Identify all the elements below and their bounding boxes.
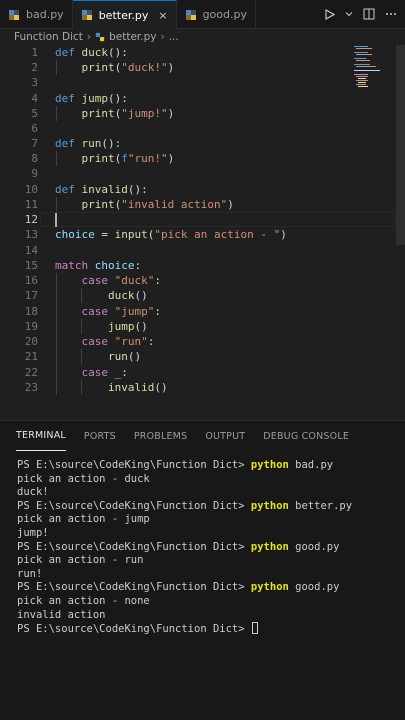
code-line: 18 case "jump": xyxy=(0,304,395,319)
tab-terminal[interactable]: TERMINAL xyxy=(16,421,66,451)
chevron-right-icon: › xyxy=(86,31,92,43)
line-number: 11 xyxy=(24,198,38,211)
terminal-line: invalid action xyxy=(17,608,106,621)
terminal-line: PS E:\source\CodeKing\Function Dict> pyt… xyxy=(17,581,340,594)
code-line: 17 duck() xyxy=(0,288,395,303)
line-number: 13 xyxy=(24,228,38,241)
code-line: 5 print("jump!") xyxy=(0,106,395,121)
tab-label: better.py xyxy=(98,8,149,22)
terminal-line: PS E:\source\CodeKing\Function Dict> pyt… xyxy=(17,499,353,512)
tab-label: bad.py xyxy=(26,8,64,21)
code-line: 11 print("invalid action") xyxy=(0,197,395,212)
editor-actions xyxy=(324,0,405,28)
line-number: 16 xyxy=(24,274,38,287)
tab-problems[interactable]: PROBLEMS xyxy=(134,421,187,451)
tab-ports[interactable]: PORTS xyxy=(84,421,116,451)
code-line: 3 xyxy=(0,75,395,90)
code-line: 14 xyxy=(0,243,395,258)
line-number: 12 xyxy=(24,213,38,226)
line-number: 3 xyxy=(31,76,38,89)
tab-label: good.py xyxy=(202,8,247,21)
terminal-cursor xyxy=(251,622,258,635)
code-line: 13 choice = input("pick an action - ") xyxy=(0,227,395,242)
code-line: 19 jump() xyxy=(0,319,395,334)
terminal-line: run! xyxy=(17,567,43,580)
code-line: 1 def duck(): xyxy=(0,45,395,60)
code-line: 22 case _: xyxy=(0,365,395,380)
code-line: 10 def invalid(): xyxy=(0,182,395,197)
code-line: 16 case "duck": xyxy=(0,273,395,288)
close-icon[interactable]: × xyxy=(158,9,167,22)
minimap[interactable] xyxy=(352,45,392,90)
line-number: 18 xyxy=(24,305,38,318)
terminal-line: PS E:\source\CodeKing\Function Dict> pyt… xyxy=(17,540,340,553)
python-file-icon xyxy=(81,10,92,20)
breadcrumb-more[interactable]: ... xyxy=(169,31,179,43)
run-icon[interactable] xyxy=(324,8,335,20)
bottom-panel: TERMINAL PORTS PROBLEMS OUTPUT DEBUG CON… xyxy=(0,420,405,720)
code-line: 8 print(f"run!") xyxy=(0,151,395,166)
breadcrumb: Function Dict › better.py › ... xyxy=(0,29,405,45)
terminal-line: PS E:\source\CodeKing\Function Dict> pyt… xyxy=(17,459,334,471)
tab-good-py[interactable]: good.py xyxy=(177,0,256,29)
line-number: 14 xyxy=(24,244,38,257)
breadcrumb-file[interactable]: better.py xyxy=(109,31,156,43)
tab-debug-console[interactable]: DEBUG CONSOLE xyxy=(263,421,349,451)
line-number: 10 xyxy=(24,183,38,196)
editor-scrollbar[interactable] xyxy=(396,45,405,245)
editor-tab-bar: bad.py better.py × good.py xyxy=(0,0,405,29)
code-line: 20 case "run": xyxy=(0,334,395,349)
line-number: 2 xyxy=(31,61,38,74)
python-file-icon xyxy=(95,32,105,42)
line-number: 23 xyxy=(24,381,38,394)
line-number: 5 xyxy=(31,107,38,120)
line-number: 1 xyxy=(31,46,38,59)
line-number: 7 xyxy=(31,137,38,150)
python-file-icon xyxy=(9,9,19,20)
breadcrumb-folder[interactable]: Function Dict xyxy=(14,31,83,43)
python-file-icon xyxy=(185,9,196,20)
terminal-line: pick an action - run xyxy=(17,554,144,567)
terminal-line: pick an action - jump xyxy=(17,513,150,526)
line-number: 8 xyxy=(31,152,38,165)
code-line: 6 xyxy=(0,121,395,136)
line-number: 19 xyxy=(24,320,38,333)
chevron-down-icon[interactable] xyxy=(345,10,353,18)
line-number: 22 xyxy=(24,366,38,379)
line-number: 4 xyxy=(31,92,38,105)
code-line: 4 def jump(): xyxy=(0,91,395,106)
terminal-line: duck! xyxy=(17,486,49,499)
code-line: 7 def run(): xyxy=(0,136,395,151)
more-actions-icon[interactable] xyxy=(385,8,397,20)
tab-better-py[interactable]: better.py × xyxy=(72,0,177,29)
terminal-line: pick an action - none xyxy=(17,594,150,607)
line-number: 9 xyxy=(31,167,38,180)
line-number: 20 xyxy=(24,335,38,348)
code-editor[interactable]: 1 def duck(): 2 print("duck!") 3 4 def j… xyxy=(0,45,405,398)
terminal-output[interactable]: PS E:\source\CodeKing\Function Dict> pyt… xyxy=(17,459,402,636)
chevron-right-icon: › xyxy=(160,31,165,43)
terminal-line: PS E:\source\CodeKing\Function Dict> xyxy=(17,622,402,636)
tab-bad-py[interactable]: bad.py xyxy=(0,0,73,29)
code-line: 9 xyxy=(0,166,395,181)
line-number: 21 xyxy=(24,350,38,363)
terminal-line: pick an action - duck xyxy=(17,472,150,485)
split-editor-icon[interactable] xyxy=(363,8,375,20)
code-line: 2 print("duck!") xyxy=(0,60,395,75)
tab-output[interactable]: OUTPUT xyxy=(205,421,245,451)
code-line: 15 match choice: xyxy=(0,258,395,273)
panel-tab-bar: TERMINAL PORTS PROBLEMS OUTPUT DEBUG CON… xyxy=(0,421,405,451)
line-number: 17 xyxy=(24,289,38,302)
code-line: 23 invalid() xyxy=(0,380,395,395)
line-number: 6 xyxy=(31,122,38,135)
code-line: 12 xyxy=(0,212,395,227)
line-number: 15 xyxy=(24,259,38,272)
code-line: 21 run() xyxy=(0,349,395,364)
terminal-line: jump! xyxy=(17,526,49,539)
